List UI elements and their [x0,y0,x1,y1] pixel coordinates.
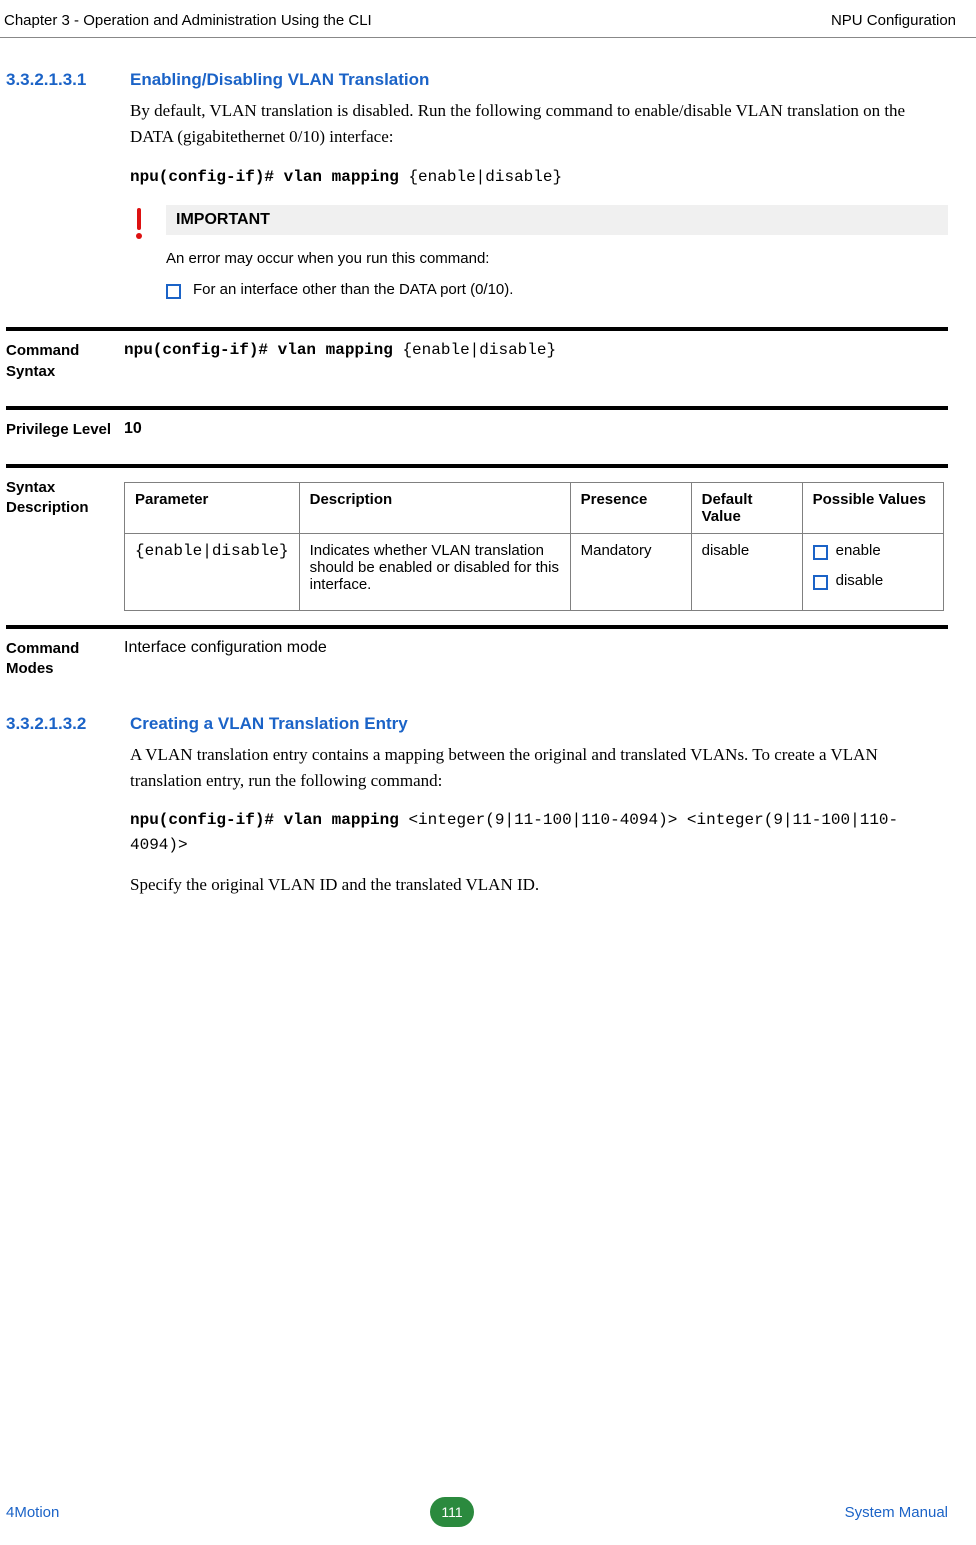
cell-default: disable [691,534,802,611]
section-heading: 3.3.2.1.3.2 Creating a VLAN Translation … [6,714,948,734]
page-content: 3.3.2.1.3.1 Enabling/Disabling VLAN Tran… [0,70,976,898]
body-paragraph: A VLAN translation entry contains a mapp… [130,742,948,795]
bullet-icon [813,575,828,590]
header-right: NPU Configuration [831,12,956,29]
command-bold: npu(config-if)# vlan mapping [130,811,408,829]
section-number: 3.3.2.1.3.2 [6,714,106,734]
table-header-row: Parameter Description Presence Default V… [125,483,944,534]
row-value: npu(config-if)# vlan mapping {enable|dis… [124,341,556,359]
col-possible: Possible Values [802,483,943,534]
list-item: For an interface other than the DATA por… [166,281,948,299]
col-parameter: Parameter [125,483,300,534]
bullet-text: For an interface other than the DATA por… [193,281,513,298]
row-value: Interface configuration mode [124,639,327,657]
section-title: Creating a VLAN Translation Entry [130,714,408,734]
command-line: npu(config-if)# vlan mapping <integer(9|… [130,808,948,858]
list-item: enable [813,542,933,560]
page-number-badge: 111 [430,1497,474,1527]
body-paragraph: Specify the original VLAN ID and the tra… [130,872,948,898]
command-args: {enable|disable} [408,168,562,186]
cell-parameter: {enable|disable} [125,534,300,611]
row-value: Parameter Description Presence Default V… [124,478,944,611]
body-paragraph: By default, VLAN translation is disabled… [130,98,948,151]
command-args: {enable|disable} [402,341,556,359]
privilege-row: Privilege Level 10 [6,406,948,464]
cell-presence: Mandatory [570,534,691,611]
section-number: 3.3.2.1.3.1 [6,70,106,90]
important-text: An error may occur when you run this com… [166,250,948,267]
important-icon [130,205,148,240]
possible-value: disable [836,572,884,589]
row-label: Syntax Description [6,478,124,519]
command-modes-row: Command Modes Interface configuration mo… [6,625,948,704]
bullet-icon [166,284,181,299]
privilege-value: 10 [124,420,142,437]
cell-possible: enable disable [802,534,943,611]
command-syntax-row: Command Syntax npu(config-if)# vlan mapp… [6,327,948,406]
definition-list: Command Syntax npu(config-if)# vlan mapp… [6,327,948,703]
syntax-desc-row: Syntax Description Parameter Description… [6,464,948,625]
bullet-icon [813,545,828,560]
table-row: {enable|disable} Indicates whether VLAN … [125,534,944,611]
col-default: Default Value [691,483,802,534]
possible-value: enable [836,542,881,559]
important-bullets: For an interface other than the DATA por… [166,281,948,299]
page-header: Chapter 3 - Operation and Administration… [0,0,976,38]
command-bold: npu(config-if)# vlan mapping [130,168,408,186]
row-label: Command Syntax [6,341,124,382]
col-presence: Presence [570,483,691,534]
page-footer: 4Motion 111 System Manual [0,1497,976,1527]
row-value: 10 [124,420,142,438]
footer-left: 4Motion [6,1504,59,1521]
col-description: Description [299,483,570,534]
important-callout: IMPORTANT An error may occur when you ru… [130,205,948,299]
row-label: Privilege Level [6,420,124,440]
section-heading: 3.3.2.1.3.1 Enabling/Disabling VLAN Tran… [6,70,948,90]
important-heading: IMPORTANT [166,205,948,235]
section-title: Enabling/Disabling VLAN Translation [130,70,429,90]
syntax-table: Parameter Description Presence Default V… [124,482,944,611]
header-left: Chapter 3 - Operation and Administration… [4,12,372,29]
row-label: Command Modes [6,639,124,680]
footer-right: System Manual [845,1504,948,1521]
command-bold: npu(config-if)# vlan mapping [124,341,402,359]
cell-description: Indicates whether VLAN translation shoul… [299,534,570,611]
command-line: npu(config-if)# vlan mapping {enable|dis… [130,165,948,190]
list-item: disable [813,572,933,590]
